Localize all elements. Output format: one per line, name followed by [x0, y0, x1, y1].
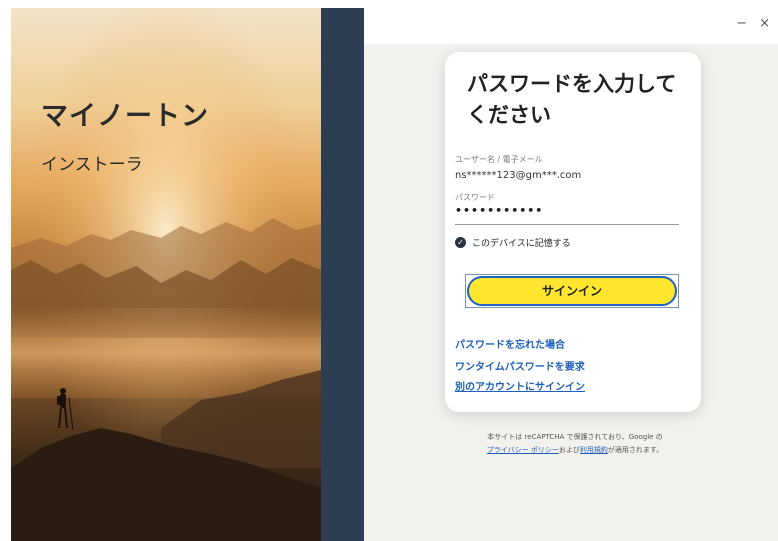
signin-button[interactable]: サインイン — [467, 276, 677, 306]
app-subtitle: インストーラ — [41, 155, 143, 175]
privacy-policy-link[interactable]: プライバシー ポリシー — [487, 446, 559, 454]
minimize-icon[interactable]: − — [736, 16, 747, 31]
signin-button-focus-ring: サインイン — [465, 274, 679, 308]
username-value[interactable]: ns******123@gm***.com — [455, 170, 581, 181]
other-account-link[interactable]: 別のアカウントにサインイン — [455, 378, 585, 393]
close-icon[interactable]: × — [759, 16, 770, 31]
recaptcha-notice: 本サイトは reCAPTCHA で保護されており、Google の プライバシー… — [455, 431, 695, 457]
window-controls: − × — [736, 16, 770, 31]
request-otp-link[interactable]: ワンタイムパスワードを要求 — [455, 358, 585, 373]
forgot-password-link[interactable]: パスワードを忘れた場合 — [455, 336, 565, 351]
username-label: ユーザー名 / 電子メール — [455, 155, 543, 164]
terms-link[interactable]: 利用規約 — [580, 446, 608, 454]
remember-device-label: このデバイスに記憶する — [472, 239, 571, 249]
recaptcha-and: および — [558, 446, 580, 454]
check-circle-icon[interactable]: ✓ — [455, 237, 466, 248]
password-input[interactable]: ••••••••••• — [455, 204, 679, 225]
password-label: パスワード — [455, 193, 495, 202]
hero-panel: マイノートン インストーラ — [11, 8, 321, 541]
recaptcha-line1: 本サイトは reCAPTCHA で保護されており、Google の — [487, 433, 663, 441]
signin-card: パスワードを入力してください ユーザー名 / 電子メール ns******123… — [445, 52, 701, 412]
divider-strip — [321, 8, 364, 541]
card-title: パスワードを入力してください — [467, 72, 677, 127]
installer-window: マイノートン インストーラ − × パスワードを入力してください ユーザー名 /… — [0, 0, 778, 541]
mountain-landscape-image — [11, 8, 321, 541]
remember-device-checkbox[interactable]: ✓ このデバイスに記憶する — [455, 236, 571, 249]
app-title: マイノートン — [41, 101, 209, 132]
recaptcha-suffix: が適用されます。 — [607, 446, 664, 454]
